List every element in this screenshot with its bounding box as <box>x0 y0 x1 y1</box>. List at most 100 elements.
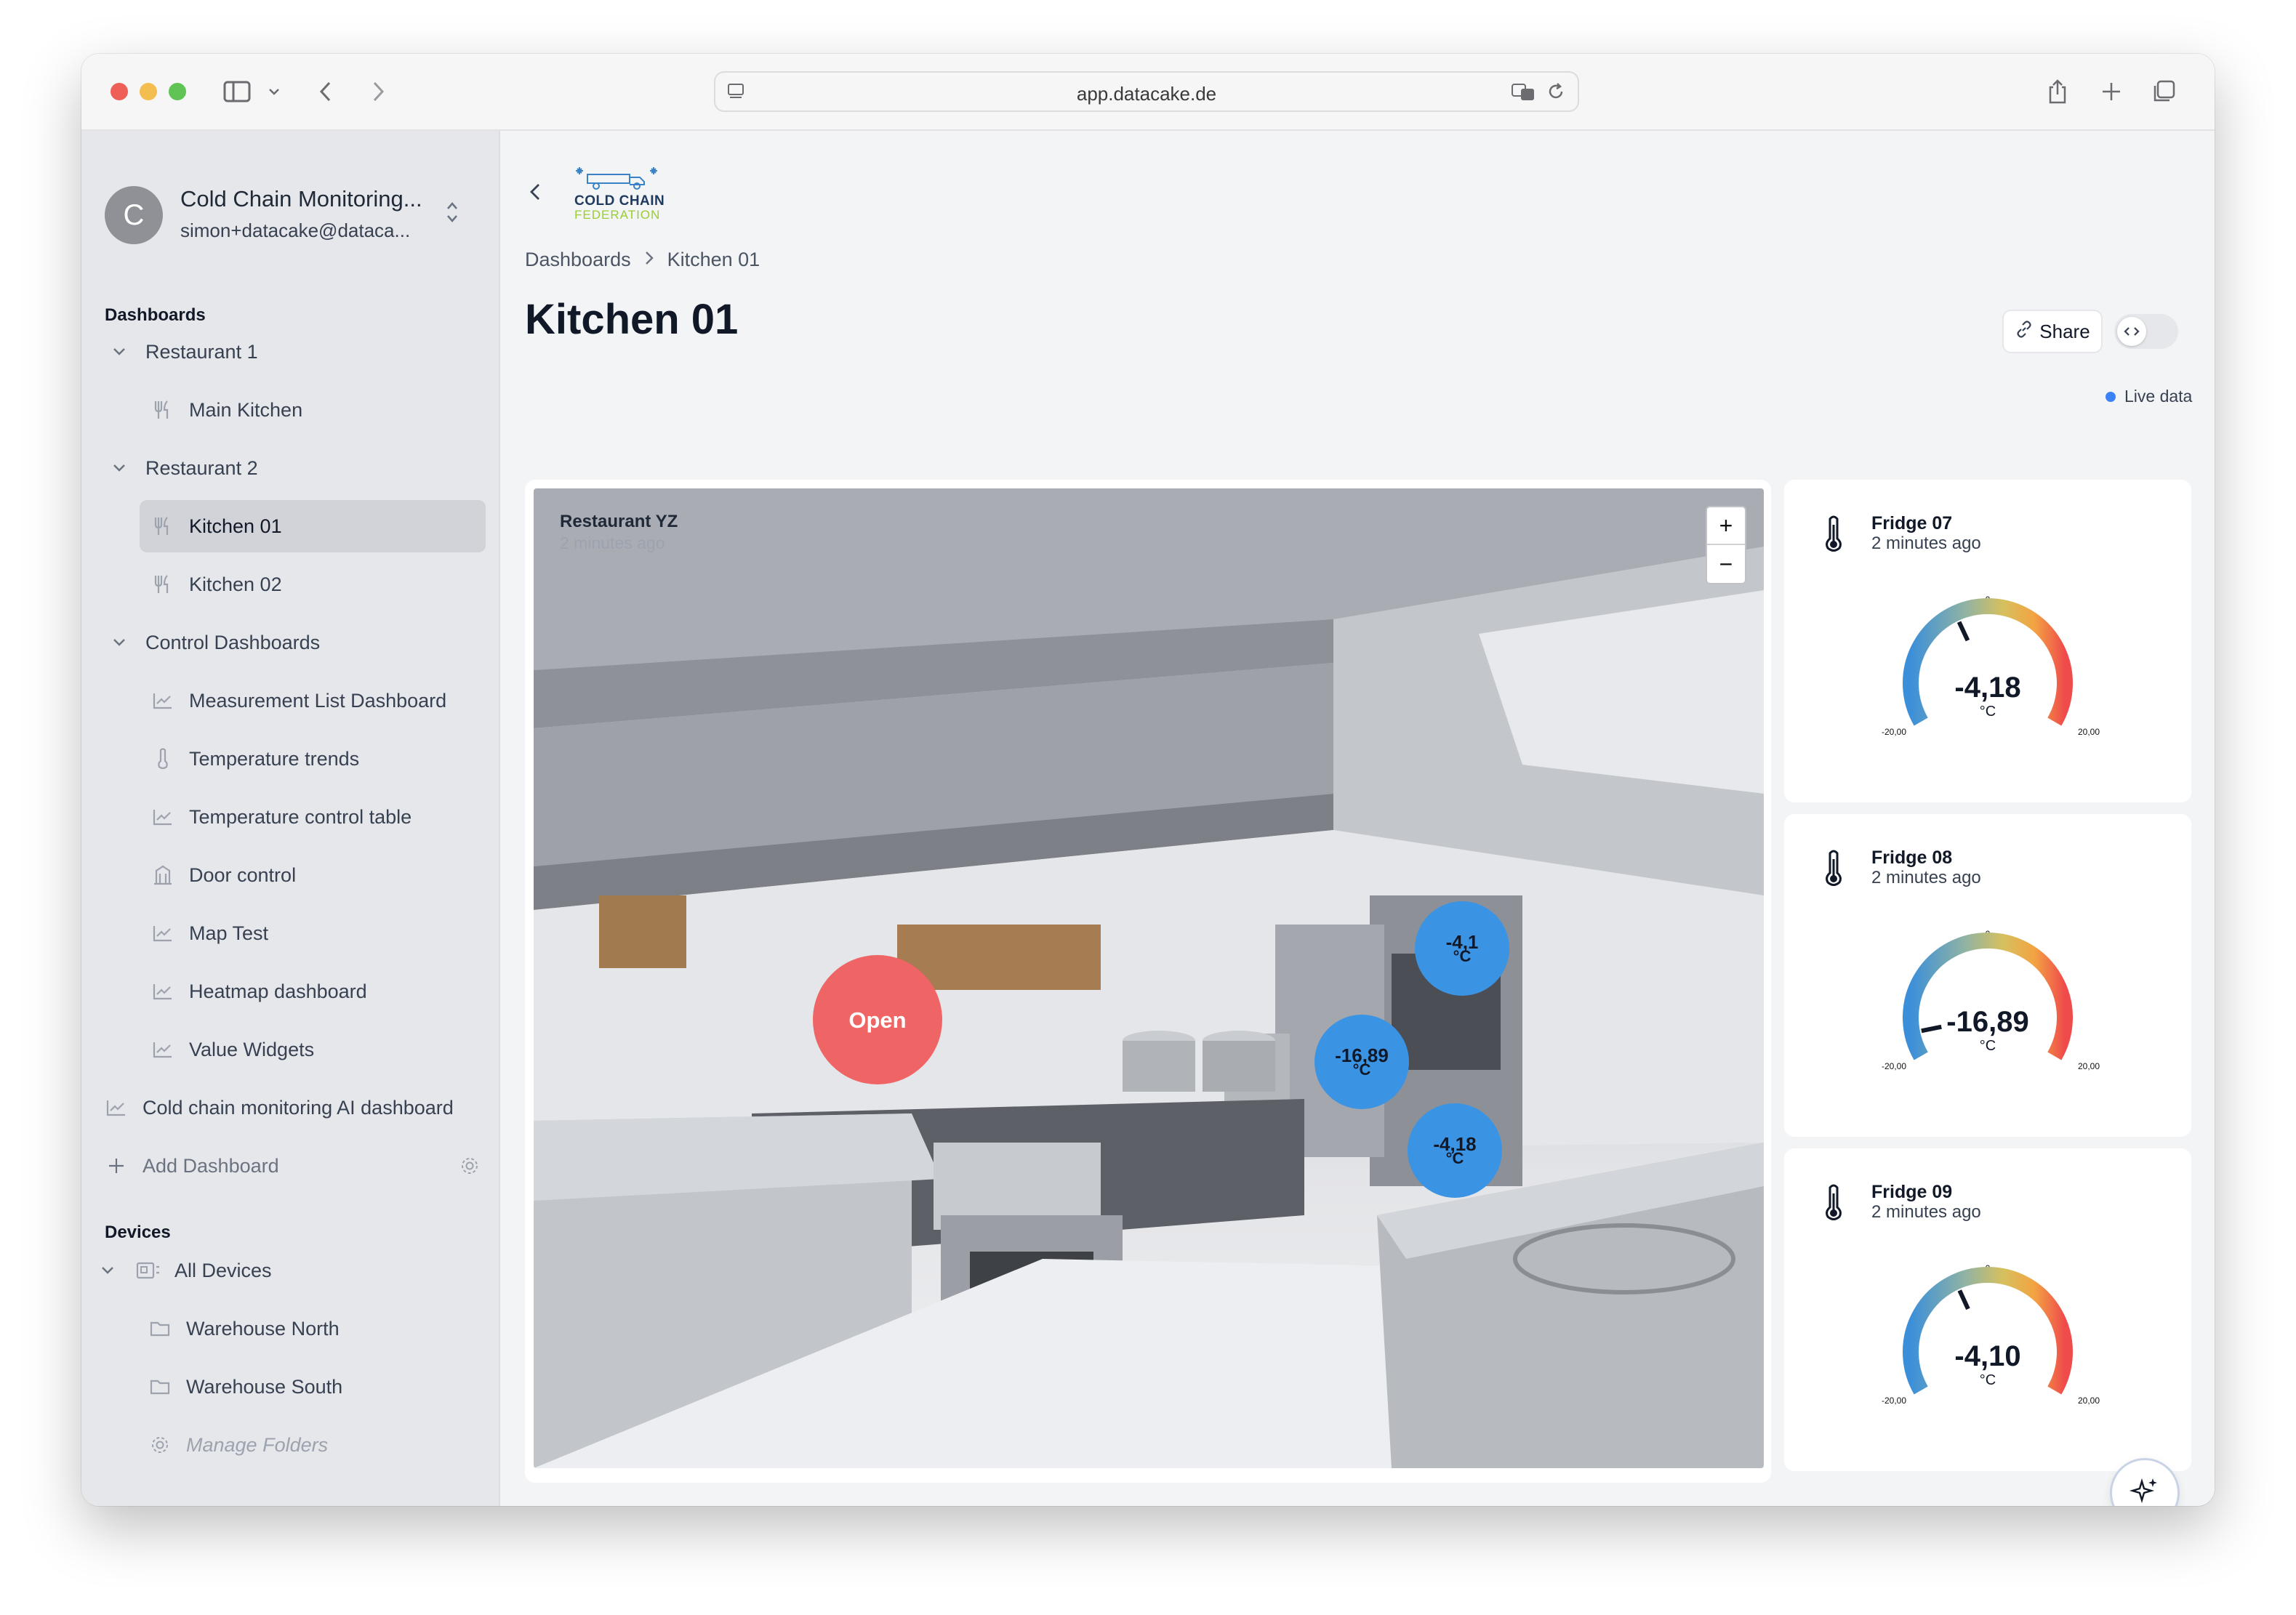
share-page-icon[interactable] <box>2042 71 2074 112</box>
folder-restaurant-2[interactable]: Restaurant 2 <box>105 442 258 494</box>
sidebar-item-ai-dashboard[interactable]: Cold chain monitoring AI dashboard <box>102 1082 494 1134</box>
fridge-last-update: 2 minutes ago <box>1871 1202 1981 1222</box>
close-window-button[interactable] <box>111 83 128 100</box>
sidebar-item-measurement-list[interactable]: Measurement List Dashboard <box>140 674 486 727</box>
chart-icon <box>148 924 177 943</box>
marker-unit: °C <box>1445 1149 1464 1167</box>
fridge-unit: °C <box>1979 704 1996 720</box>
image-widget-subtitle: 2 minutes ago <box>560 533 665 552</box>
back-icon[interactable] <box>311 71 340 112</box>
address-bar[interactable]: app.datacake.de <box>714 71 1579 112</box>
gauge-min-label: -20,00 <box>1882 1395 1907 1406</box>
all-devices-folder[interactable]: All Devices <box>93 1244 272 1297</box>
zoom-out-button[interactable]: − <box>1707 545 1745 583</box>
reload-icon[interactable] <box>1546 81 1566 105</box>
breadcrumb: Dashboards Kitchen 01 <box>525 249 760 271</box>
manage-folders-label: Manage Folders <box>186 1433 329 1456</box>
thermometer-icon <box>1823 515 1844 557</box>
chevron-down-icon <box>105 347 134 356</box>
sidebar-item-label: Measurement List Dashboard <box>189 689 447 712</box>
folder-restaurant-1[interactable]: Restaurant 1 <box>105 326 258 378</box>
fridge-card[interactable]: Fridge 08 2 minutes ago 0 -16,89 °C -20,… <box>1784 814 2191 1137</box>
sidebar-item-temperature-trends[interactable]: Temperature trends <box>140 733 486 785</box>
sidebar-item-label: Temperature control table <box>189 805 412 828</box>
add-dashboard-button[interactable]: Add Dashboard <box>102 1140 480 1192</box>
breadcrumb-current[interactable]: Kitchen 01 <box>667 249 760 271</box>
sidebar-toggle-icon[interactable] <box>220 71 256 112</box>
edit-mode-toggle[interactable] <box>2114 314 2178 349</box>
folder-control-dashboards[interactable]: Control Dashboards <box>105 616 320 669</box>
sidebar-item-temperature-control-table[interactable]: Temperature control table <box>140 791 486 843</box>
sidebar-item-kitchen-02[interactable]: Kitchen 02 <box>140 558 486 611</box>
live-dot <box>2106 391 2116 402</box>
fridge-value: -16,89 <box>1946 1006 2029 1038</box>
devices-section-title: Devices <box>105 1223 171 1242</box>
kitchen-photo[interactable]: Restaurant YZ 2 minutes ago + − Open -4,… <box>534 488 1764 1468</box>
gauge-needle <box>1956 621 1970 642</box>
fridge-unit: °C <box>1979 1372 1996 1388</box>
sidebar-item-door-control[interactable]: Door control <box>140 849 486 901</box>
chevron-down-icon <box>93 1266 122 1275</box>
logo-truck-icon <box>576 167 657 190</box>
translate-icon[interactable] <box>1511 81 1536 105</box>
gauge-max-label: 20,00 <box>2078 1395 2100 1406</box>
sidebar-item-kitchen-01[interactable]: Kitchen 01 <box>140 500 486 552</box>
fridge-value: -4,10 <box>1954 1340 2021 1372</box>
marker-unit: °C <box>1453 947 1472 965</box>
gauge-needle <box>1957 1289 1970 1310</box>
minimize-window-button[interactable] <box>140 83 157 100</box>
folder-label: Control Dashboards <box>145 631 321 653</box>
folder-icon <box>145 1319 174 1338</box>
temperature-marker[interactable]: -4,1 °C <box>1415 901 1509 996</box>
tabs-overview-icon[interactable] <box>2148 71 2180 112</box>
sparkle-icon <box>2129 1475 2161 1507</box>
zoom-control: + − <box>1706 506 1746 584</box>
dashboards-section-title: Dashboards <box>105 305 206 325</box>
code-icon <box>2117 317 2146 346</box>
live-data-indicator: Live data <box>2106 387 2192 406</box>
temperature-marker[interactable]: -16,89 °C <box>1314 1015 1409 1109</box>
device-folder-label: Warehouse South <box>186 1375 343 1398</box>
sidebar-item-map-test[interactable]: Map Test <box>140 907 486 959</box>
fridge-card[interactable]: Fridge 09 2 minutes ago 0 -4,10 °C -20,0… <box>1784 1148 2191 1471</box>
sidebar-item-label: Kitchen 01 <box>189 515 282 537</box>
zoom-in-button[interactable]: + <box>1707 507 1745 545</box>
temperature-marker[interactable]: -4,18 °C <box>1408 1103 1502 1198</box>
sidebar-item-value-widgets[interactable]: Value Widgets <box>140 1023 486 1076</box>
gear-icon[interactable] <box>459 1156 480 1181</box>
fridge-card[interactable]: Fridge 07 2 minutes ago 0 -4,18 °C -20,0… <box>1784 480 2191 802</box>
sidebar-item-label: Main Kitchen <box>189 398 303 421</box>
org-switch-icon[interactable] <box>445 199 459 229</box>
forward-icon[interactable] <box>364 71 393 112</box>
share-button[interactable]: Share <box>2002 310 2103 353</box>
sidebar-item-label: Temperature trends <box>189 747 360 770</box>
all-devices-label: All Devices <box>174 1259 272 1281</box>
sidebar-item-label: Value Widgets <box>189 1038 315 1060</box>
back-icon[interactable] <box>528 180 542 207</box>
org-name[interactable]: Cold Chain Monitoring... <box>180 186 422 212</box>
sidebar-item-label: Cold chain monitoring AI dashboard <box>143 1096 454 1119</box>
fridge-unit: °C <box>1979 1038 1996 1054</box>
door-status-marker[interactable]: Open <box>813 955 942 1084</box>
marker-unit: °C <box>1352 1060 1371 1079</box>
image-widget-title: Restaurant YZ <box>560 512 678 531</box>
sidebar-item-heatmap-dashboard[interactable]: Heatmap dashboard <box>140 965 486 1018</box>
sidebar-item-main-kitchen[interactable]: Main Kitchen <box>140 384 486 436</box>
fridge-name: Fridge 08 <box>1871 847 1953 868</box>
chart-icon <box>102 1098 131 1117</box>
folder-icon <box>145 1377 174 1396</box>
manage-folders-button[interactable]: Manage Folders <box>145 1419 328 1471</box>
chevron-down-icon[interactable] <box>263 71 285 112</box>
breadcrumb-dashboards[interactable]: Dashboards <box>525 249 631 271</box>
chart-icon <box>148 808 177 826</box>
device-folder-warehouse-north[interactable]: Warehouse North <box>145 1302 340 1355</box>
chart-icon <box>148 691 177 710</box>
zoom-window-button[interactable] <box>169 83 186 100</box>
new-tab-icon[interactable] <box>2095 71 2127 112</box>
sidebar-item-label: Heatmap dashboard <box>189 980 367 1002</box>
logo-subtext: FEDERATION <box>574 208 661 222</box>
device-folder-warehouse-south[interactable]: Warehouse South <box>145 1361 342 1413</box>
chevron-down-icon <box>105 638 134 647</box>
share-label: Share <box>2039 320 2090 342</box>
gauge-min-label: -20,00 <box>1882 1061 1907 1071</box>
